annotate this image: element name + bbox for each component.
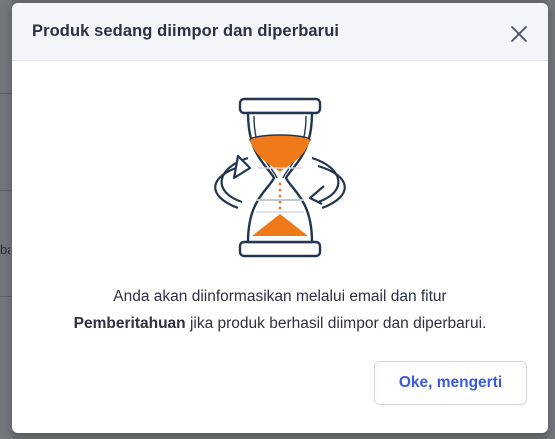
hourglass-sync-icon — [198, 96, 362, 260]
dialog-title: Produk sedang diimpor dan diperbarui — [32, 22, 340, 40]
close-button[interactable] — [508, 23, 530, 45]
background-divider — [0, 190, 12, 191]
notification-feature-label: Pemberitahuan — [73, 315, 186, 332]
message-line-1: Anda akan diinformasikan melalui email d… — [113, 288, 447, 305]
background-right-edge — [547, 0, 555, 439]
background-divider — [0, 93, 12, 94]
dialog-message: Anda akan diinformasikan melalui email d… — [12, 283, 548, 337]
message-line-2-rest: jika produk berhasil diimpor dan diperba… — [185, 315, 487, 332]
background-text-fragment: ba — [0, 242, 10, 257]
confirm-button[interactable]: Oke, mengerti — [374, 361, 527, 405]
import-progress-dialog: Produk sedang diimpor dan diperbarui And… — [12, 3, 548, 433]
dialog-header: Produk sedang diimpor dan diperbarui — [12, 3, 548, 61]
background-divider — [0, 296, 12, 297]
background-left-edge — [0, 0, 12, 439]
close-icon — [511, 26, 527, 42]
message-line-2: Pemberitahuan jika produk berhasil diimp… — [12, 310, 548, 337]
